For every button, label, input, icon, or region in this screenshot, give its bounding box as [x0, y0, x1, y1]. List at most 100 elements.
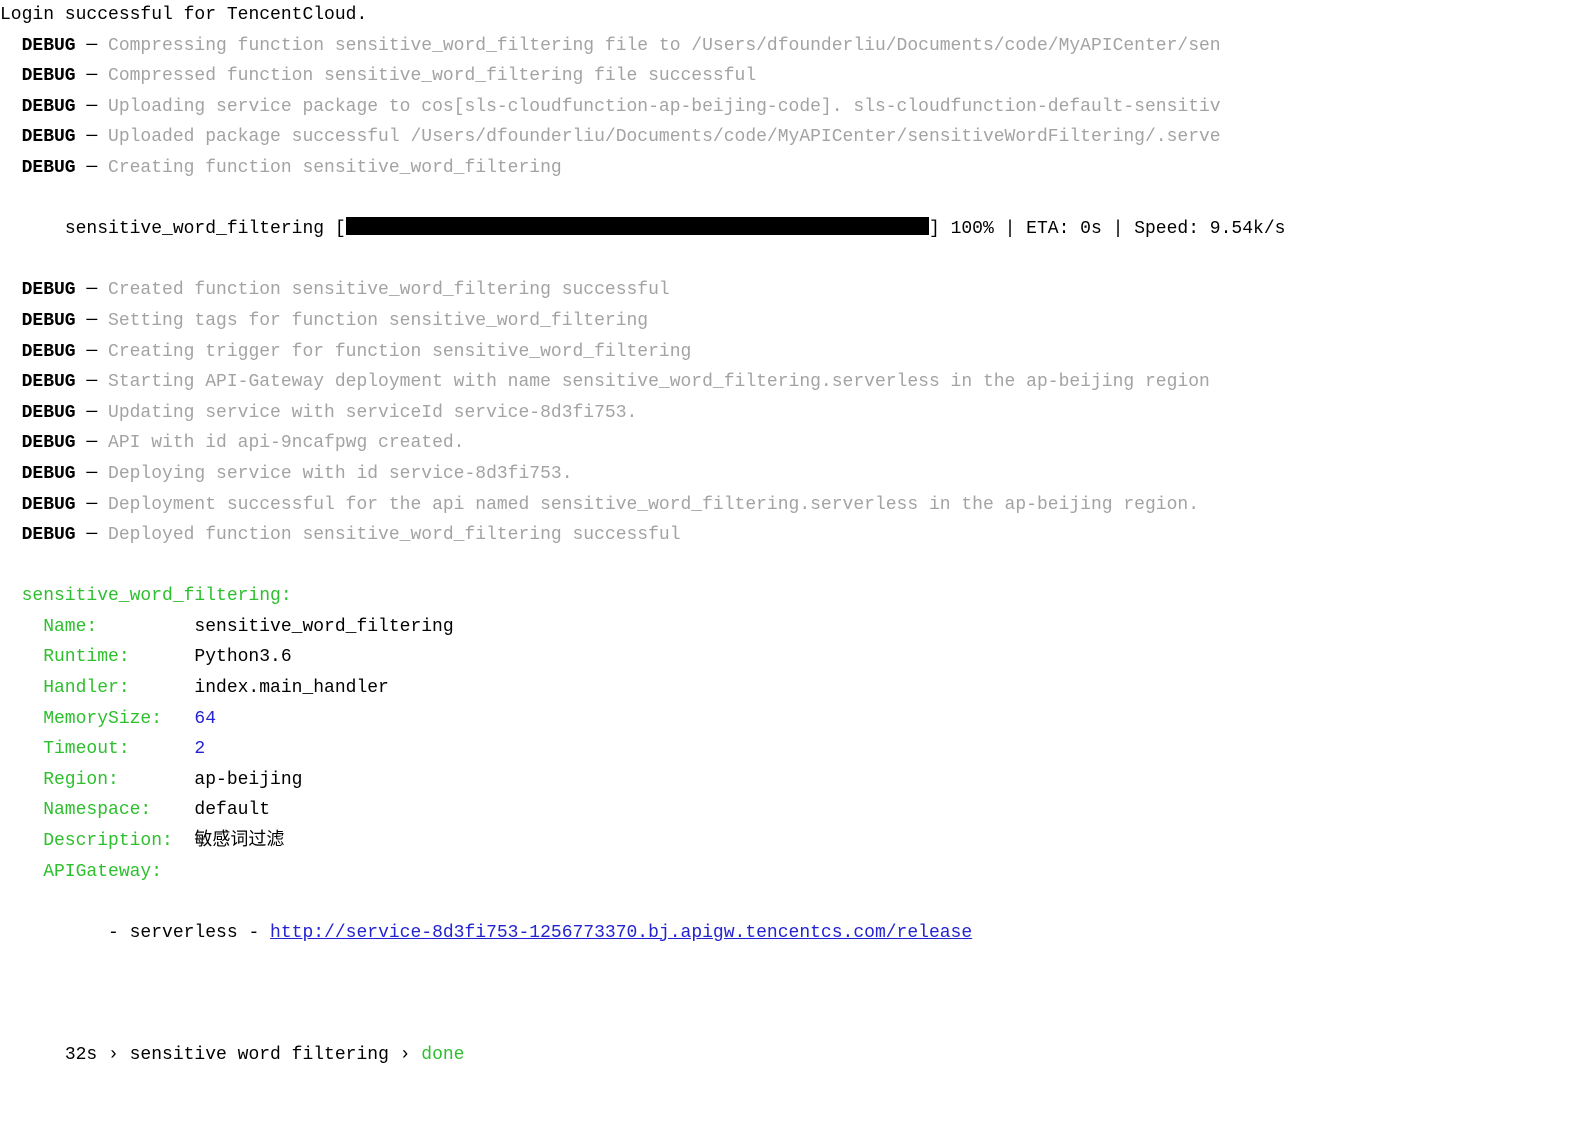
- status-line: 32s › sensitive word filtering › done: [0, 1010, 1582, 1102]
- progress-stats: 100% | ETA: 0s | Speed: 9.54k/s: [951, 219, 1286, 239]
- summary-key: MemorySize:: [43, 704, 194, 735]
- status-sep-1: ›: [97, 1045, 129, 1065]
- summary-value: 敏感词过滤: [194, 826, 284, 857]
- debug-message: Setting tags for function sensitive_word…: [108, 311, 648, 331]
- debug-message: Created function sensitive_word_filterin…: [108, 280, 670, 300]
- status-time: 32s: [65, 1045, 97, 1065]
- summary-row: Timeout:2: [0, 734, 1582, 765]
- debug-message: Deploying service with id service-8d3fi7…: [108, 464, 572, 484]
- summary-key: Region:: [43, 765, 194, 796]
- debug-line: DEBUG ─ Deployed function sensitive_word…: [0, 520, 1582, 551]
- blank-line: [0, 551, 1582, 582]
- debug-message: Deployment successful for the api named …: [108, 495, 1199, 515]
- debug-separator: ─: [76, 311, 108, 331]
- debug-line: DEBUG ─ Deploying service with id servic…: [0, 459, 1582, 490]
- status-done: done: [421, 1045, 464, 1065]
- debug-label: DEBUG: [22, 342, 76, 362]
- debug-line: DEBUG ─ API with id api-9ncafpwg created…: [0, 428, 1582, 459]
- debug-message: Creating trigger for function sensitive_…: [108, 342, 691, 362]
- summary-key: Description:: [43, 826, 194, 857]
- summary-row: MemorySize:64: [0, 704, 1582, 735]
- debug-line: DEBUG ─ Created function sensitive_word_…: [0, 275, 1582, 306]
- debug-line: DEBUG ─ Deployment successful for the ap…: [0, 490, 1582, 521]
- debug-line: DEBUG ─ Uploaded package successful /Use…: [0, 122, 1582, 153]
- summary-key: Name:: [43, 612, 194, 643]
- debug-separator: ─: [76, 280, 108, 300]
- debug-line: DEBUG ─ Creating function sensitive_word…: [0, 153, 1582, 184]
- debug-label: DEBUG: [22, 311, 76, 331]
- debug-separator: ─: [76, 433, 108, 453]
- debug-separator: ─: [76, 97, 108, 117]
- debug-separator: ─: [76, 66, 108, 86]
- debug-label: DEBUG: [22, 464, 76, 484]
- debug-message: Uploading service package to cos[sls-clo…: [108, 97, 1221, 117]
- progress-bar-fill: [346, 217, 929, 235]
- debug-line: DEBUG ─ Compressing function sensitive_w…: [0, 31, 1582, 62]
- summary-value: index.main_handler: [194, 673, 388, 704]
- debug-separator: ─: [76, 403, 108, 423]
- summary-row: Name:sensitive_word_filtering: [0, 612, 1582, 643]
- debug-message: Starting API-Gateway deployment with nam…: [108, 372, 1210, 392]
- summary-value: sensitive_word_filtering: [194, 612, 453, 643]
- debug-section-pre: DEBUG ─ Compressing function sensitive_w…: [0, 31, 1582, 184]
- debug-message: Creating function sensitive_word_filteri…: [108, 158, 562, 178]
- progress-open: [: [324, 219, 346, 239]
- summary-key: Timeout:: [43, 734, 194, 765]
- debug-message: Uploaded package successful /Users/dfoun…: [108, 127, 1221, 147]
- debug-line: DEBUG ─ Starting API-Gateway deployment …: [0, 367, 1582, 398]
- summary-row: Region:ap-beijing: [0, 765, 1582, 796]
- summary-row: Handler:index.main_handler: [0, 673, 1582, 704]
- debug-label: DEBUG: [22, 372, 76, 392]
- progress-name: sensitive_word_filtering: [65, 219, 324, 239]
- debug-label: DEBUG: [22, 495, 76, 515]
- summary-row: Description:敏感词过滤: [0, 826, 1582, 857]
- debug-separator: ─: [76, 36, 108, 56]
- summary-row: Namespace:default: [0, 795, 1582, 826]
- debug-separator: ─: [76, 525, 108, 545]
- debug-separator: ─: [76, 127, 108, 147]
- summary-value: 64: [194, 704, 216, 735]
- debug-label: DEBUG: [22, 280, 76, 300]
- apigateway-item: - serverless - http://service-8d3fi753-1…: [0, 887, 1582, 979]
- summary-value: Python3.6: [194, 642, 291, 673]
- status-sep-2: ›: [389, 1045, 421, 1065]
- summary-key: Handler:: [43, 673, 194, 704]
- debug-label: DEBUG: [22, 66, 76, 86]
- debug-label: DEBUG: [22, 403, 76, 423]
- debug-separator: ─: [76, 342, 108, 362]
- status-name: sensitive word filtering: [130, 1045, 389, 1065]
- debug-line: DEBUG ─ Setting tags for function sensit…: [0, 306, 1582, 337]
- debug-label: DEBUG: [22, 97, 76, 117]
- summary-kv: Name:sensitive_word_filteringRuntime:Pyt…: [0, 612, 1582, 857]
- debug-separator: ─: [76, 372, 108, 392]
- summary-key: Namespace:: [43, 795, 194, 826]
- debug-line: DEBUG ─ Uploading service package to cos…: [0, 92, 1582, 123]
- debug-line: DEBUG ─ Compressed function sensitive_wo…: [0, 61, 1582, 92]
- apigateway-url-link[interactable]: http://service-8d3fi753-1256773370.bj.ap…: [270, 923, 972, 943]
- summary-row: Runtime:Python3.6: [0, 642, 1582, 673]
- login-line: Login successful for TencentCloud.: [0, 0, 1582, 31]
- terminal[interactable]: Login successful for TencentCloud. DEBUG…: [0, 0, 1582, 1101]
- debug-message: API with id api-9ncafpwg created.: [108, 433, 464, 453]
- debug-line: DEBUG ─ Creating trigger for function se…: [0, 337, 1582, 368]
- debug-label: DEBUG: [22, 525, 76, 545]
- debug-message: Updating service with serviceId service-…: [108, 403, 637, 423]
- debug-separator: ─: [76, 158, 108, 178]
- summary-header: sensitive_word_filtering:: [0, 581, 1582, 612]
- debug-separator: ─: [76, 495, 108, 515]
- summary-value: ap-beijing: [194, 765, 302, 796]
- debug-line: DEBUG ─ Updating service with serviceId …: [0, 398, 1582, 429]
- summary-key: Runtime:: [43, 642, 194, 673]
- summary-value: 2: [194, 734, 205, 765]
- debug-message: Compressed function sensitive_word_filte…: [108, 66, 756, 86]
- debug-label: DEBUG: [22, 433, 76, 453]
- debug-label: DEBUG: [22, 36, 76, 56]
- debug-message: Compressing function sensitive_word_filt…: [108, 36, 1221, 56]
- progress-close: ]: [929, 219, 951, 239]
- summary-value: default: [194, 795, 270, 826]
- debug-separator: ─: [76, 464, 108, 484]
- debug-label: DEBUG: [22, 127, 76, 147]
- debug-message: Deployed function sensitive_word_filteri…: [108, 525, 681, 545]
- blank-line-2: [0, 979, 1582, 1010]
- apigateway-prefix: - serverless -: [108, 923, 270, 943]
